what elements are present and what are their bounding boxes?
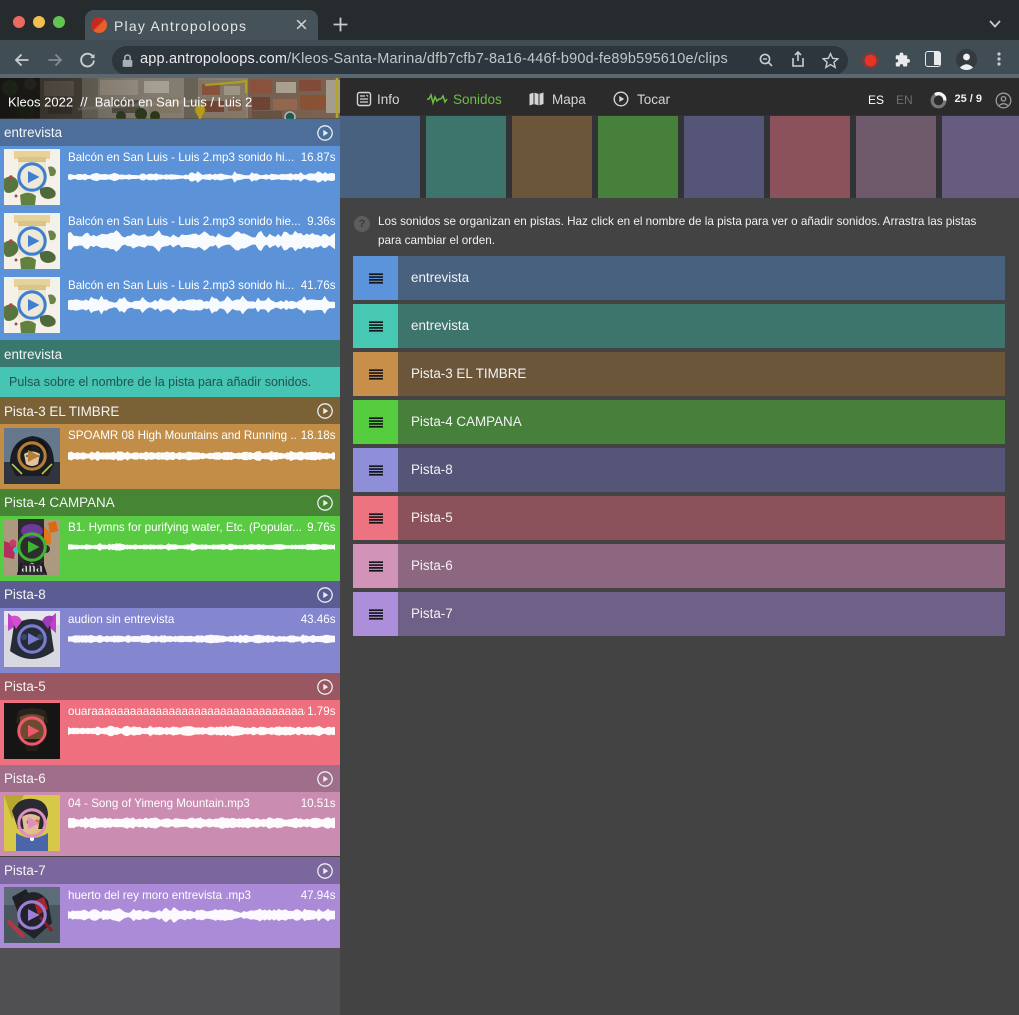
svg-text:aña: aña <box>21 561 43 575</box>
svg-text:Kleos 2022 // Balcón en San: Kleos 2022 // Balcón en San Luis / Luis … <box>8 95 252 110</box>
